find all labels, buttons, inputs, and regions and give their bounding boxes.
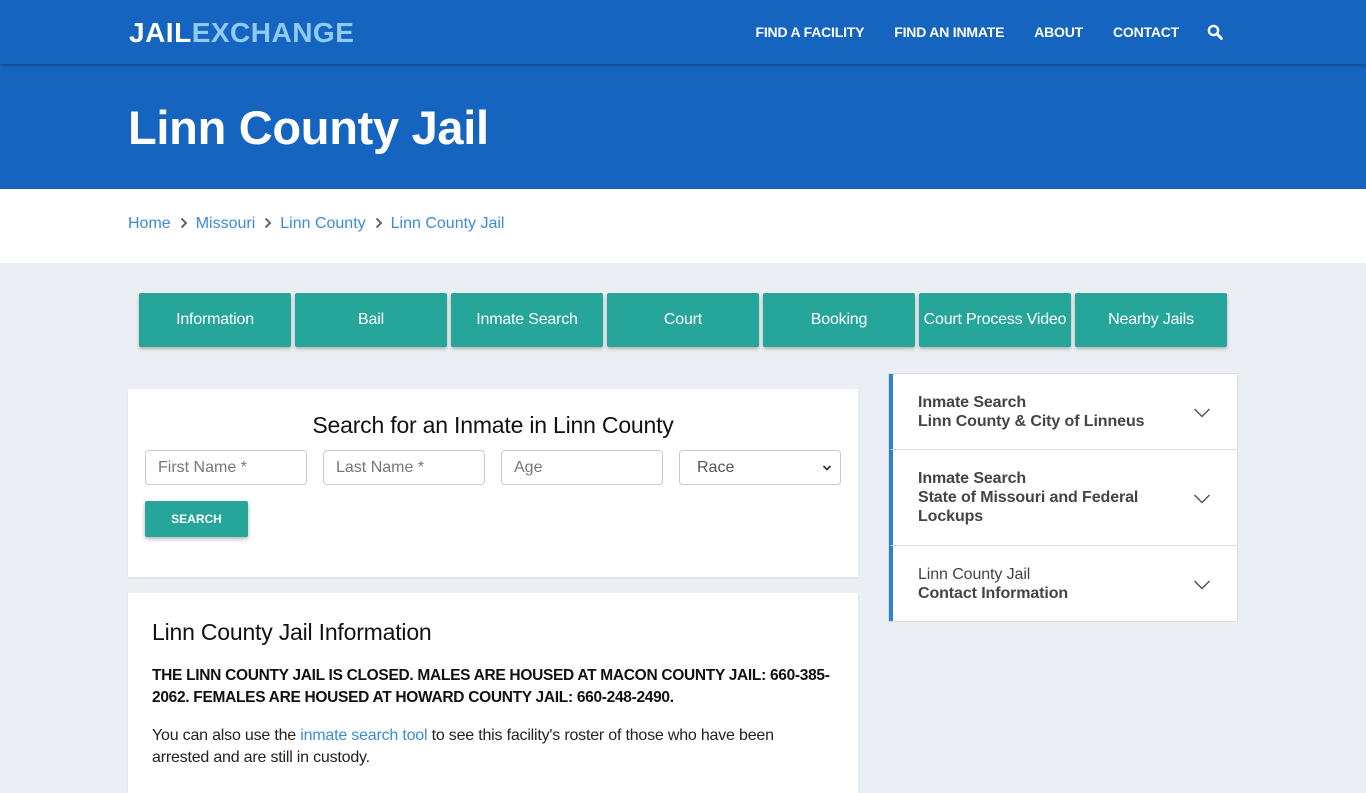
- inmate-search-tool-link[interactable]: inmate search tool: [300, 727, 427, 744]
- race-select[interactable]: Race: [679, 450, 841, 485]
- first-name-placeholder: First Name *: [158, 458, 247, 476]
- logo-jail: JAIL: [129, 17, 192, 48]
- age-input[interactable]: Age: [501, 450, 663, 485]
- jail-info-card: Linn County Jail Information THE LINN CO…: [128, 593, 858, 793]
- breadcrumb: Home Missouri Linn County Linn County Ja…: [128, 215, 504, 233]
- page-hero: Linn County Jail: [0, 64, 1366, 189]
- chevron-down-icon[interactable]: [1193, 492, 1211, 504]
- age-placeholder: Age: [514, 458, 543, 476]
- page-title: Linn County Jail: [128, 101, 489, 154]
- chevron-right-icon: [264, 217, 272, 232]
- last-name-input[interactable]: Last Name *: [323, 450, 485, 485]
- breadcrumb-state[interactable]: Missouri: [196, 215, 256, 233]
- site-header: JAILEXCHANGE FIND A FACILITY FIND AN INM…: [0, 0, 1366, 64]
- section-tabs: Information Bail Inmate Search Court Boo…: [139, 293, 1231, 347]
- last-name-placeholder: Last Name *: [336, 458, 425, 476]
- race-selected-value: Race: [697, 458, 735, 476]
- sidebar-accordion: Inmate Search Linn County & City of Linn…: [888, 373, 1238, 622]
- breadcrumb-current[interactable]: Linn County Jail: [391, 215, 505, 233]
- nav-find-inmate[interactable]: FIND AN INMATE: [894, 24, 1004, 40]
- tab-nearby-jails[interactable]: Nearby Jails: [1075, 293, 1227, 347]
- chevron-down-icon: [822, 459, 832, 477]
- accordion-line1: Inmate Search: [918, 393, 1027, 411]
- chevron-right-icon: [180, 217, 188, 232]
- nav-about[interactable]: ABOUT: [1034, 24, 1083, 40]
- accordion-line2: State of Missouri and Federal Lockups: [918, 489, 1139, 525]
- info-paragraph: You can also use the inmate search tool …: [152, 725, 832, 769]
- inmate-search-card: Search for an Inmate in Linn County Firs…: [128, 389, 858, 577]
- first-name-input[interactable]: First Name *: [145, 450, 307, 485]
- breadcrumb-county[interactable]: Linn County: [280, 215, 365, 233]
- site-logo[interactable]: JAILEXCHANGE: [129, 16, 354, 50]
- closure-notice: THE LINN COUNTY JAIL IS CLOSED. MALES AR…: [152, 667, 830, 706]
- search-button[interactable]: SEARCH: [145, 501, 248, 537]
- tab-court-process-video[interactable]: Court Process Video: [919, 293, 1071, 347]
- tab-bail[interactable]: Bail: [295, 293, 447, 347]
- tab-information[interactable]: Information: [139, 293, 291, 347]
- nav-contact[interactable]: CONTACT: [1113, 24, 1179, 40]
- accordion-item-contact-info[interactable]: Linn County Jail Contact Information: [889, 546, 1237, 621]
- accordion-line2: Linn County & City of Linneus: [918, 412, 1145, 430]
- accordion-line2: Contact Information: [918, 584, 1069, 602]
- breadcrumb-home[interactable]: Home: [128, 215, 171, 233]
- accordion-line1: Inmate Search: [918, 470, 1027, 487]
- tab-inmate-search[interactable]: Inmate Search: [451, 293, 603, 347]
- tab-court[interactable]: Court: [607, 293, 759, 347]
- chevron-right-icon: [375, 217, 383, 232]
- para-text-before: You can also use the: [152, 727, 301, 744]
- logo-exchange: EXCHANGE: [191, 17, 355, 48]
- accordion-item-state-search[interactable]: Inmate Search State of Missouri and Fede…: [889, 450, 1237, 546]
- chevron-down-icon[interactable]: [1193, 578, 1211, 590]
- accordion-line1: Linn County Jail: [918, 565, 1031, 583]
- tab-booking[interactable]: Booking: [763, 293, 915, 347]
- nav-find-facility[interactable]: FIND A FACILITY: [756, 24, 865, 40]
- search-icon[interactable]: [1207, 24, 1223, 40]
- chevron-down-icon[interactable]: [1193, 406, 1211, 418]
- accordion-item-county-search[interactable]: Inmate Search Linn County & City of Linn…: [889, 374, 1237, 450]
- info-title: Linn County Jail Information: [152, 619, 432, 645]
- main-nav: FIND A FACILITY FIND AN INMATE ABOUT CON…: [756, 0, 1366, 64]
- search-title: Search for an Inmate in Linn County: [312, 412, 674, 438]
- breadcrumb-bar: Home Missouri Linn County Linn County Ja…: [0, 189, 1366, 263]
